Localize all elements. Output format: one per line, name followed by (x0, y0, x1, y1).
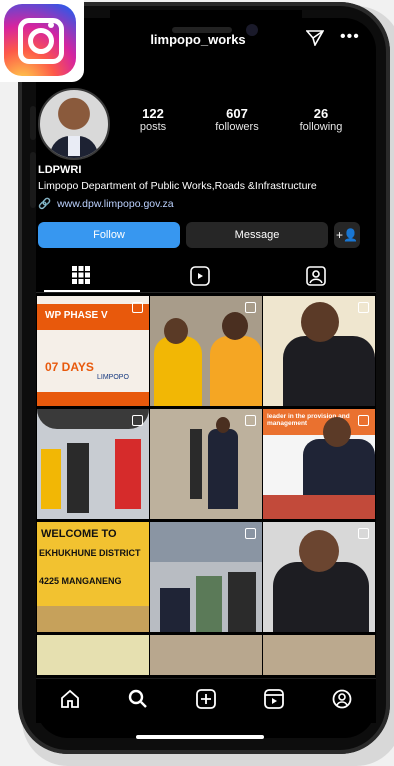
stat-followers[interactable]: 607 followers (202, 106, 272, 133)
post-tile[interactable] (37, 409, 149, 519)
tagged-icon[interactable] (306, 266, 326, 291)
home-indicator[interactable] (136, 735, 264, 739)
post-tile[interactable] (37, 635, 149, 675)
instagram-logo (0, 0, 84, 82)
more-icon[interactable]: ••• (340, 28, 360, 46)
send-icon[interactable] (305, 30, 325, 51)
stat-posts[interactable]: 122 posts (118, 106, 188, 133)
reels-icon[interactable] (256, 688, 292, 714)
profile-tabs (36, 262, 376, 293)
post-tile[interactable] (263, 296, 375, 406)
reels-icon[interactable] (190, 266, 210, 291)
create-icon[interactable] (188, 688, 224, 714)
search-icon[interactable] (120, 689, 156, 714)
add-person-icon[interactable]: +👤 (334, 222, 360, 248)
stat-following[interactable]: 26 following (286, 106, 356, 133)
post-tile[interactable]: leader in the provision and management (263, 409, 375, 519)
bottom-nav (36, 678, 376, 723)
profile-link[interactable]: 🔗 www.dpw.limpopo.gov.za (38, 197, 174, 210)
post-tile[interactable] (263, 635, 375, 675)
profile-icon[interactable] (324, 689, 360, 714)
message-button[interactable]: Message (186, 222, 328, 248)
post-tile[interactable] (150, 296, 262, 406)
home-icon[interactable] (52, 689, 88, 714)
link-icon: 🔗 (38, 198, 52, 210)
post-tile[interactable]: WELCOME TO EKHUKHUNE DISTRICT 4225 MANGA… (37, 522, 149, 632)
post-tile[interactable] (150, 522, 262, 632)
grid-icon[interactable] (72, 266, 90, 289)
profile-username: limpopo_works (150, 32, 246, 47)
follow-button[interactable]: Follow (38, 222, 180, 248)
post-tile[interactable]: WP PHASE V 07 DAYS LIMPOPO (37, 296, 149, 406)
post-tile[interactable] (150, 409, 262, 519)
profile-bio: Limpopo Department of Public Works,Roads… (38, 180, 317, 192)
profile-name: LDPWRI (38, 164, 82, 176)
post-tile[interactable] (263, 522, 375, 632)
avatar[interactable] (38, 88, 110, 160)
post-tile[interactable] (150, 635, 262, 675)
